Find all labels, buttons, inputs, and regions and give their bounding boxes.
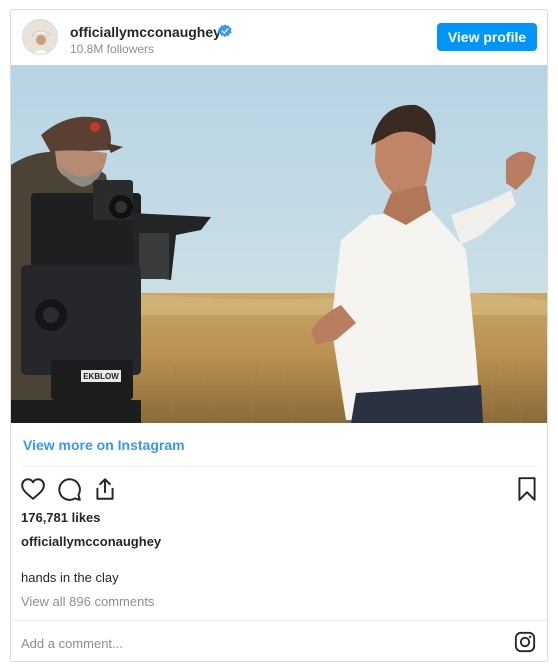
camera-brand-label: EKBLOW <box>83 372 119 381</box>
instagram-embed-card: officiallymcconaughey 10.8M followers Vi… <box>10 9 548 662</box>
caption-username[interactable]: officiallymcconaughey <box>21 534 161 549</box>
caption-text: hands in the clay <box>21 570 119 585</box>
heart-icon[interactable] <box>20 476 46 502</box>
comment-input[interactable] <box>21 630 481 656</box>
verified-badge-icon <box>218 24 232 38</box>
view-profile-button[interactable]: View profile <box>437 23 537 51</box>
view-all-comments-link[interactable]: View all 896 comments <box>21 594 154 609</box>
post-header: officiallymcconaughey 10.8M followers Vi… <box>11 10 547 65</box>
bookmark-icon[interactable] <box>514 476 540 502</box>
like-count[interactable]: 176,781 likes <box>21 510 101 525</box>
divider <box>11 620 547 621</box>
share-icon[interactable] <box>92 476 118 502</box>
comment-icon[interactable] <box>56 476 82 502</box>
instagram-logo-icon[interactable] <box>514 631 536 653</box>
avatar[interactable] <box>22 19 58 55</box>
post-photo[interactable]: EKBLOW <box>11 65 548 423</box>
follower-count: 10.8M followers <box>70 42 155 56</box>
view-more-link[interactable]: View more on Instagram <box>23 437 185 453</box>
divider <box>21 466 537 467</box>
username[interactable]: officiallymcconaughey <box>70 24 221 40</box>
